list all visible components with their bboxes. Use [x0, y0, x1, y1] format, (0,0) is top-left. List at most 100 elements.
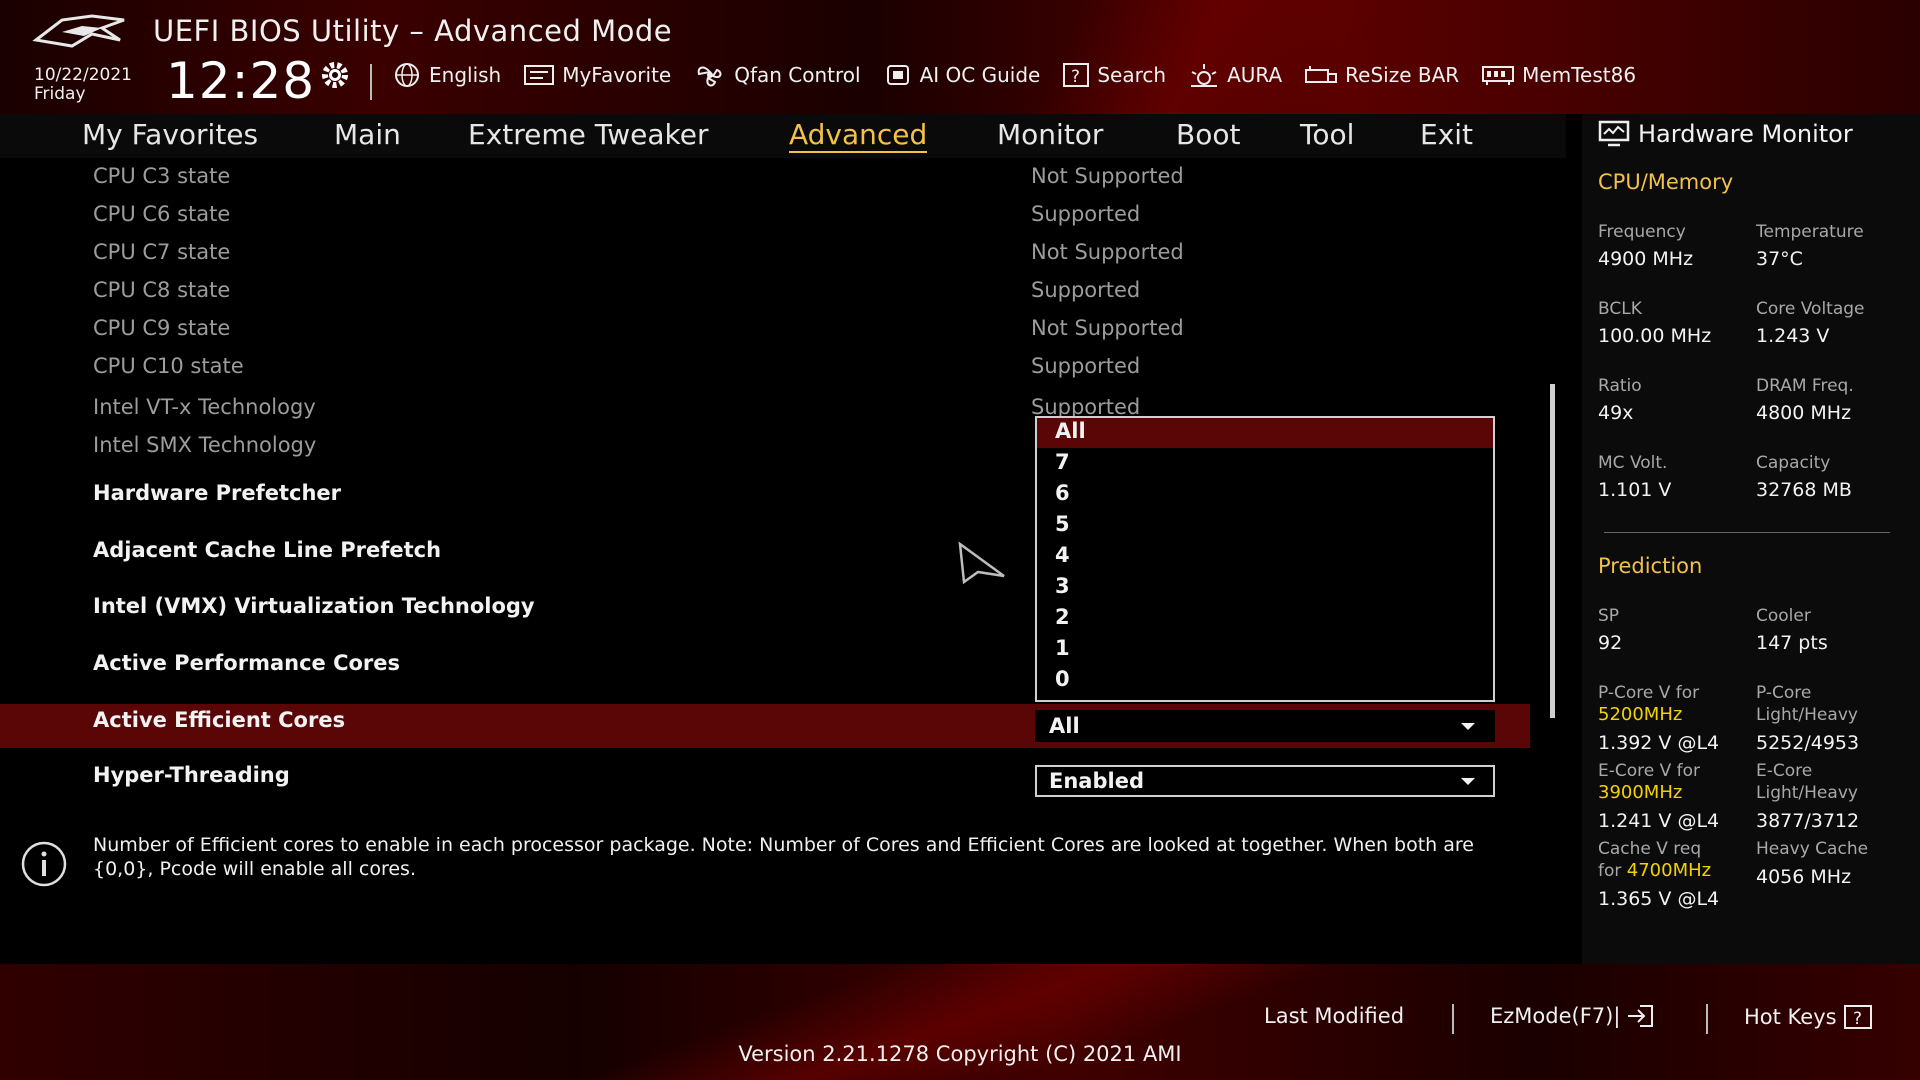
- setting-row-hyper-threading[interactable]: Hyper-Threading Enabled: [0, 763, 1530, 803]
- hw-label-cache-v-2: for 4700MHz: [1598, 860, 1711, 882]
- toolbar-qfan-button[interactable]: Qfan Control: [693, 62, 861, 88]
- bios-title: UEFI BIOS Utility – Advanced Mode: [153, 14, 673, 48]
- mouse-cursor-icon: [958, 541, 1005, 584]
- header-bar: UEFI BIOS Utility – Advanced Mode 10/22/…: [0, 0, 1920, 114]
- dropdown-option[interactable]: 1: [1037, 635, 1493, 665]
- version-text: Version 2.21.1278 Copyright (C) 2021 AMI: [738, 1042, 1182, 1066]
- prediction-section-title: Prediction: [1598, 554, 1703, 578]
- last-modified-label: Last Modified: [1264, 1004, 1405, 1028]
- hw-label-ecore-lh-1: E-Core: [1756, 761, 1813, 781]
- memory-icon: [1482, 66, 1515, 85]
- hyper-threading-select[interactable]: Enabled: [1035, 765, 1495, 797]
- cpu-memory-section-title: CPU/Memory: [1598, 170, 1734, 194]
- hw-label-ratio: Ratio: [1598, 376, 1642, 396]
- setting-label: Intel SMX Technology: [93, 433, 317, 457]
- settings-scrollbar[interactable]: [1550, 384, 1555, 718]
- resize-bar-icon: [1305, 66, 1338, 83]
- toolbar-myfavorite-button[interactable]: MyFavorite: [523, 63, 671, 87]
- tab-advanced[interactable]: Advanced: [789, 118, 928, 153]
- toolbar-aiocguide-button[interactable]: AI OC Guide: [883, 62, 1041, 88]
- dropdown-option[interactable]: 4: [1037, 542, 1493, 572]
- dropdown-option-label: All: [1055, 419, 1086, 443]
- last-modified-button[interactable]: Last Modified: [1264, 1004, 1404, 1028]
- hw-value-cache-v: 1.365 V @L4: [1598, 888, 1720, 910]
- toolbar-english-label: English: [429, 63, 502, 87]
- dropdown-option-label: 0: [1055, 667, 1070, 691]
- tab-main[interactable]: Main: [334, 118, 401, 151]
- toolbar-english-button[interactable]: English: [392, 62, 501, 88]
- date-text: 10/22/2021: [34, 65, 132, 85]
- hw-label-ecore-lh-2: Light/Heavy: [1756, 783, 1858, 803]
- dropdown-option[interactable]: 0: [1037, 666, 1493, 696]
- rog-logo-icon: [32, 14, 125, 48]
- toolbar-aura-button[interactable]: AURA: [1188, 62, 1282, 88]
- hw-label-ecore-v: E-Core V for: [1598, 761, 1701, 781]
- header-separator: [370, 64, 372, 100]
- tab-extreme-tweaker[interactable]: Extreme Tweaker: [468, 118, 708, 151]
- ezmode-button[interactable]: EzMode(F7)|: [1490, 1004, 1654, 1028]
- hw-value-heavy-cache: 4056 MHz: [1756, 866, 1852, 888]
- gear-icon[interactable]: [318, 58, 352, 92]
- tab-exit[interactable]: Exit: [1420, 118, 1473, 151]
- hw-label-cache-v-for: for: [1598, 861, 1622, 881]
- question-box-icon: ?: [1063, 63, 1090, 87]
- toolbar-resizebar-button[interactable]: ReSize BAR: [1304, 62, 1459, 88]
- ai-chip-icon: [886, 65, 909, 85]
- dropdown-option[interactable]: 7: [1037, 449, 1493, 479]
- chevron-down-icon: [1461, 778, 1475, 785]
- toolbar: English MyFavorite Qfan Control AI OC Gu…: [392, 62, 1658, 88]
- hw-value-ecore-v: 1.241 V @L4: [1598, 810, 1720, 832]
- setting-row-active-efficient-cores[interactable]: Active Efficient Cores All: [0, 704, 1530, 748]
- dropdown-option[interactable]: 6: [1037, 480, 1493, 510]
- day-text: Friday: [34, 84, 86, 104]
- hw-freq-cache-v: 4700MHz: [1626, 860, 1712, 881]
- hardware-monitor-divider: [1604, 532, 1890, 533]
- hw-label-pcore-v: P-Core V for: [1598, 683, 1700, 703]
- tab-monitor[interactable]: Monitor: [997, 118, 1103, 151]
- hw-value-pcore-lh: 5252/4953: [1756, 732, 1860, 754]
- toolbar-memtest-button[interactable]: MemTest86: [1481, 63, 1636, 87]
- footer-bar: Last Modified EzMode(F7)| Hot Keys ? Ver…: [0, 964, 1920, 1080]
- dropdown-option[interactable]: 3: [1037, 573, 1493, 603]
- hardware-monitor-title: Hardware Monitor: [1598, 120, 1853, 148]
- hw-label-sp: SP: [1598, 606, 1620, 626]
- setting-label: CPU C9 state: [93, 316, 231, 340]
- favorite-icon: [524, 65, 555, 85]
- dropdown-option[interactable]: All: [1037, 418, 1493, 448]
- hw-label-dram-freq: DRAM Freq.: [1756, 376, 1854, 396]
- select-value: All: [1049, 714, 1080, 738]
- toolbar-resizebar-label: ReSize BAR: [1345, 63, 1460, 87]
- hw-label-temperature: Temperature: [1756, 222, 1864, 242]
- toolbar-search-button[interactable]: ? Search: [1062, 62, 1166, 88]
- hw-label-bclk: BCLK: [1598, 299, 1642, 319]
- hw-value-cooler: 147 pts: [1756, 632, 1828, 654]
- hw-freq-pcore-v: 5200MHz: [1598, 704, 1683, 725]
- footer-separator: [1706, 1004, 1708, 1034]
- setting-label: Intel VT-x Technology: [93, 395, 316, 419]
- footer-separator: [1452, 1004, 1454, 1034]
- select-value: Enabled: [1049, 769, 1144, 793]
- dropdown-option[interactable]: 2: [1037, 604, 1493, 634]
- globe-icon: [395, 63, 419, 87]
- dropdown-option-label: 6: [1055, 481, 1070, 505]
- setting-value: Not Supported: [1031, 240, 1184, 264]
- setting-label: Active Performance Cores: [93, 651, 401, 675]
- tab-boot[interactable]: Boot: [1176, 118, 1240, 151]
- setting-value: Supported: [1031, 354, 1141, 378]
- hw-label-cache-v-1: Cache V req: [1598, 839, 1702, 859]
- hot-keys-button[interactable]: Hot Keys ?: [1744, 1004, 1873, 1030]
- hw-value-frequency: 4900 MHz: [1598, 248, 1694, 270]
- exit-arrow-icon: [1628, 1005, 1654, 1027]
- tab-my-favorites[interactable]: My Favorites: [82, 118, 258, 151]
- question-box-icon: ?: [1843, 1005, 1872, 1029]
- active-efficient-cores-select[interactable]: All: [1035, 710, 1495, 742]
- setting-value: Not Supported: [1031, 316, 1184, 340]
- setting-row-cpu-c6: CPU C6 state Supported: [0, 202, 1530, 242]
- setting-row-cpu-c3: CPU C3 state Not Supported: [0, 164, 1530, 204]
- setting-label: Intel (VMX) Virtualization Technology: [93, 594, 535, 618]
- dropdown-option[interactable]: 5: [1037, 511, 1493, 541]
- hw-label-frequency: Frequency: [1598, 222, 1686, 242]
- toolbar-aiocguide-label: AI OC Guide: [919, 63, 1041, 87]
- hardware-monitor-title-text: Hardware Monitor: [1638, 120, 1853, 148]
- tab-tool[interactable]: Tool: [1300, 118, 1354, 151]
